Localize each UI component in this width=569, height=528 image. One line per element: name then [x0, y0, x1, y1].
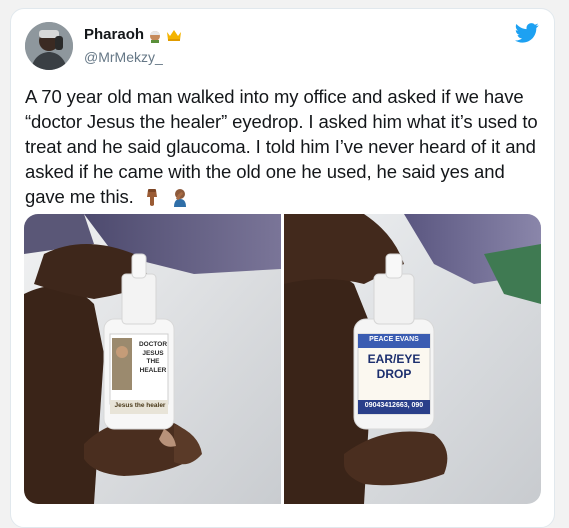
label-main1: EAR/EYE — [367, 352, 421, 366]
label-line1: DOCTOR — [138, 341, 168, 348]
man-with-turban-icon — [150, 30, 161, 43]
label-line3: THE HEALER — [139, 358, 167, 374]
label-line2: JESUS — [142, 349, 164, 357]
photo-2-main-label: EAR/EYE DROP — [360, 352, 428, 382]
display-name[interactable]: Pharaoh — [84, 26, 182, 43]
photo-1-label: DOCTOR JESUS THE HEALER — [133, 341, 173, 375]
label-main2: DROP — [376, 367, 412, 381]
photo-1[interactable]: DOCTOR JESUS THE HEALER Jesus the healer — [24, 214, 281, 504]
tweet-card: Pharaoh @MrMekzy_ A 70 year old man walk… — [10, 8, 555, 528]
photo-2-top-label: PEACE EVANS — [369, 336, 419, 343]
pointing-down-icon — [146, 189, 157, 206]
crown-icon — [167, 29, 182, 41]
avatar[interactable] — [25, 22, 73, 70]
photo-2-phone-label: 09043412663, 090 — [364, 402, 424, 409]
photo-1-bottom-label: Jesus the healer — [114, 402, 166, 409]
tweet-media[interactable]: DOCTOR JESUS THE HEALER Jesus the healer — [24, 214, 541, 504]
tweet-text: A 70 year old man walked into my office … — [25, 84, 545, 209]
user-handle[interactable]: @MrMekzy_ — [84, 49, 163, 65]
photo-2[interactable]: PEACE EVANS EAR/EYE DROP 09043412663, 09… — [284, 214, 541, 504]
twitter-bird-icon[interactable] — [515, 23, 539, 43]
tweet-text-body: A 70 year old man walked into my office … — [25, 86, 538, 207]
display-name-text[interactable]: Pharaoh — [84, 26, 144, 43]
facepalm-icon — [173, 189, 186, 207]
